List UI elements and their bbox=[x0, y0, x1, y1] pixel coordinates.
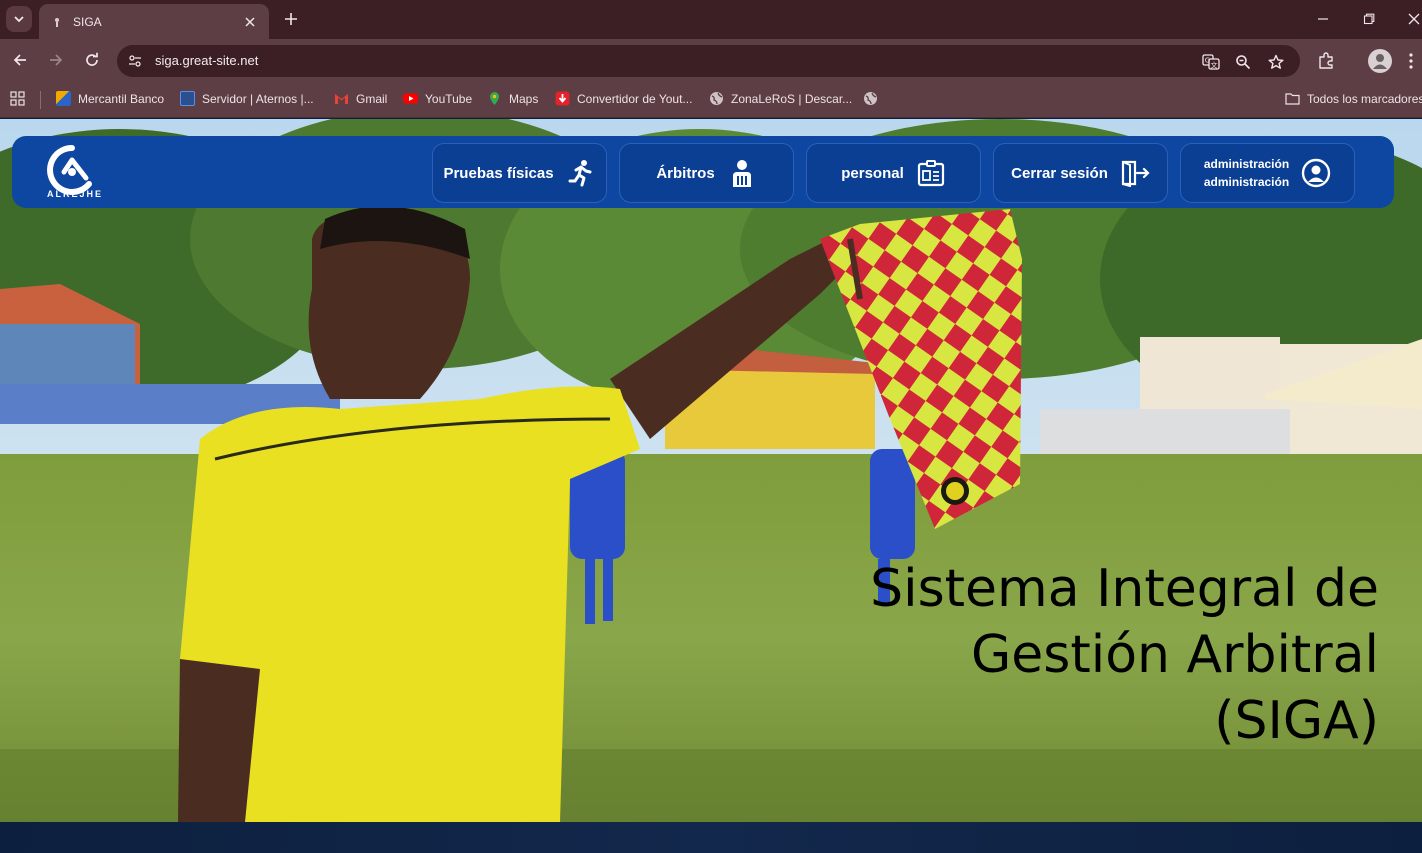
nav-personal-button[interactable]: personal bbox=[806, 143, 981, 203]
apps-grid-icon[interactable] bbox=[10, 91, 25, 106]
browser-toolbar: siga.great-site.net 文G bbox=[0, 39, 1422, 81]
chevron-down-icon bbox=[14, 16, 24, 23]
bookmark-label: Gmail bbox=[356, 91, 388, 106]
mercantil-icon bbox=[56, 91, 71, 106]
bookmark-zonaleros[interactable]: ZonaLeRoS | Descar... bbox=[709, 91, 852, 106]
logo-text: ALREJHE bbox=[47, 189, 104, 199]
bookmark-label: Maps bbox=[509, 91, 539, 106]
nav-cerrar-sesion-button[interactable]: Cerrar sesión bbox=[993, 143, 1168, 203]
nav-arbitros-button[interactable]: Árbitros bbox=[619, 143, 794, 203]
youtube-icon bbox=[403, 93, 418, 104]
bookmark-aternos[interactable]: Servidor | Aternos |... bbox=[180, 91, 314, 106]
restore-button[interactable] bbox=[1356, 8, 1382, 30]
site-info-icon[interactable] bbox=[123, 49, 147, 73]
bookmark-label: ZonaLeRoS | Descar... bbox=[731, 91, 853, 106]
star-icon[interactable] bbox=[1266, 52, 1286, 72]
svg-text:G: G bbox=[1205, 57, 1210, 65]
nav-pruebas-fisicas-button[interactable]: Pruebas físicas bbox=[432, 143, 607, 203]
id-card-icon bbox=[916, 158, 946, 188]
nav-label: Árbitros bbox=[656, 164, 715, 182]
hero-title-line-1: Sistema Integral de bbox=[870, 559, 1379, 619]
user-line-2: administración bbox=[1203, 175, 1290, 189]
hero-title-line-2: Gestión Arbitral bbox=[970, 625, 1379, 685]
minimize-button[interactable] bbox=[1310, 8, 1336, 30]
new-tab-button[interactable] bbox=[280, 8, 302, 30]
footer-band bbox=[0, 822, 1422, 853]
tab-favicon-icon bbox=[55, 17, 59, 27]
browser-tab[interactable]: SIGA bbox=[39, 4, 269, 39]
user-name-stack: administración administración bbox=[1204, 155, 1289, 191]
arrow-left-icon bbox=[13, 54, 26, 66]
user-account-button[interactable]: administración administración bbox=[1180, 143, 1355, 203]
tab-strip: SIGA bbox=[0, 0, 1422, 39]
forward-button[interactable] bbox=[45, 49, 67, 71]
bookmark-globe[interactable] bbox=[863, 91, 885, 106]
referee-icon bbox=[727, 158, 757, 188]
nav-label: personal bbox=[841, 164, 904, 182]
gmail-icon bbox=[335, 94, 348, 104]
user-circle-icon bbox=[1301, 158, 1331, 188]
bookmark-gmail[interactable]: Gmail bbox=[334, 91, 387, 106]
folder-icon bbox=[1285, 93, 1300, 105]
globe-icon bbox=[710, 92, 723, 105]
bookmark-label: Convertidor de Yout... bbox=[577, 91, 693, 106]
close-icon bbox=[1408, 13, 1420, 25]
close-window-button[interactable] bbox=[1401, 8, 1422, 30]
translate-icon[interactable]: 文G bbox=[1201, 52, 1221, 72]
extensions-icon[interactable] bbox=[1315, 50, 1337, 72]
arrow-right-icon bbox=[50, 54, 63, 66]
running-person-icon bbox=[566, 158, 596, 188]
tab-close-icon[interactable] bbox=[241, 13, 259, 31]
bookmark-convertidor[interactable]: Convertidor de Yout... bbox=[555, 91, 692, 106]
bookmarks-bar: Mercantil Banco Servidor | Aternos |... … bbox=[0, 81, 1422, 118]
address-bar[interactable]: siga.great-site.net 文G bbox=[117, 45, 1300, 77]
zoom-icon[interactable] bbox=[1233, 52, 1253, 72]
aternos-icon bbox=[180, 91, 195, 106]
reload-button[interactable] bbox=[81, 49, 103, 71]
globe-icon bbox=[864, 92, 877, 105]
bookmarks-divider bbox=[40, 91, 41, 109]
converter-icon bbox=[555, 91, 570, 106]
all-bookmarks-folder[interactable]: Todos los marcadores bbox=[1285, 91, 1422, 106]
nav-label: Cerrar sesión bbox=[1011, 164, 1108, 182]
svg-text:文: 文 bbox=[1211, 61, 1218, 70]
bookmark-label: Mercantil Banco bbox=[78, 91, 165, 106]
bookmark-maps[interactable]: Maps bbox=[487, 91, 538, 106]
bookmark-label: YouTube bbox=[425, 91, 473, 106]
restore-icon bbox=[1363, 13, 1375, 25]
back-button[interactable] bbox=[9, 49, 31, 71]
bookmark-label: Servidor | Aternos |... bbox=[202, 91, 314, 106]
nav-label: Pruebas físicas bbox=[443, 164, 554, 182]
plus-icon bbox=[285, 13, 297, 25]
site-navbar: ALREJHE Pruebas físicas Árbitros persona… bbox=[12, 136, 1394, 208]
url-text: siga.great-site.net bbox=[155, 53, 259, 68]
menu-kebab-icon[interactable] bbox=[1405, 50, 1417, 72]
hero-title: Sistema Integral de Gestión Arbitral (SI… bbox=[819, 556, 1379, 754]
profile-avatar[interactable] bbox=[1368, 49, 1392, 73]
minimize-icon bbox=[1318, 18, 1328, 20]
hero-title-line-3: (SIGA) bbox=[1214, 691, 1379, 751]
all-bookmarks-label: Todos los marcadores bbox=[1307, 91, 1422, 106]
avatar-icon bbox=[1373, 54, 1387, 69]
logout-icon bbox=[1120, 158, 1150, 188]
bookmark-mercantil[interactable]: Mercantil Banco bbox=[56, 91, 164, 106]
tab-title: SIGA bbox=[73, 14, 102, 29]
reload-icon bbox=[86, 52, 98, 66]
user-line-1: administración bbox=[1203, 157, 1290, 171]
maps-icon bbox=[490, 92, 499, 105]
tab-search-button[interactable] bbox=[6, 6, 32, 32]
bookmark-youtube[interactable]: YouTube bbox=[403, 91, 472, 106]
